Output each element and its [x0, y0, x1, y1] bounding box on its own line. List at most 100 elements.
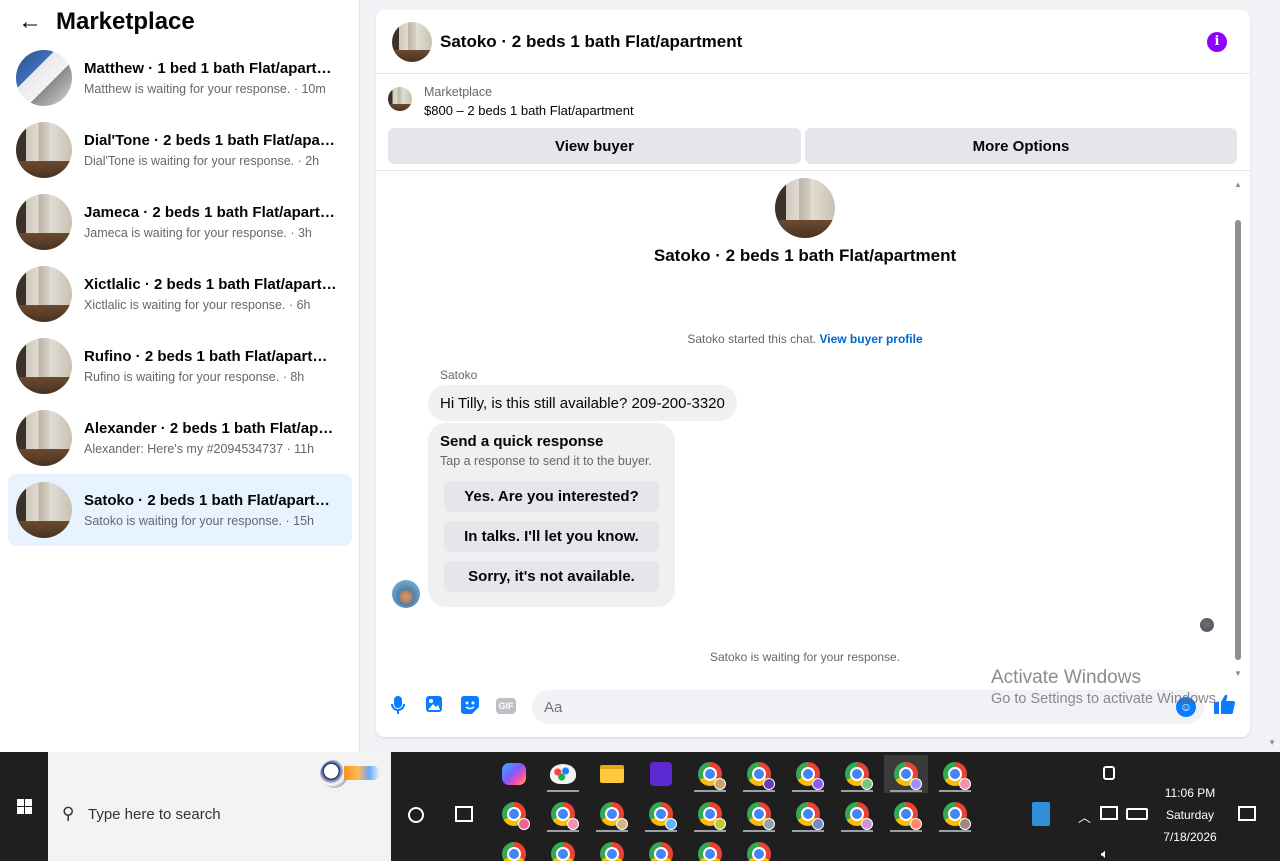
chat-title[interactable]: Satoko · 2 beds 1 bath Flat/apartment [440, 32, 742, 52]
copilot-app[interactable] [492, 755, 536, 793]
message-thread: Satoko · 2 beds 1 bath Flat/apartment Sa… [376, 172, 1234, 672]
file-explorer-app[interactable] [590, 755, 634, 793]
chrome-window[interactable] [737, 835, 781, 861]
purple-app[interactable] [639, 755, 683, 793]
show-hidden-icons-chevron-icon[interactable]: ︿ [1078, 807, 1091, 826]
chrome-window[interactable] [737, 755, 781, 793]
chrome-window[interactable] [786, 795, 830, 833]
watermark-subtitle: Go to Settings to activate Windows. [991, 691, 1220, 707]
chrome-window[interactable] [541, 795, 585, 833]
chrome-window[interactable] [884, 795, 928, 833]
conversation-item[interactable]: Alexander · 2 beds 1 bath Flat/apartment… [8, 402, 352, 474]
quick-response-button[interactable]: In talks. I'll let you know. [444, 521, 659, 552]
cortana-icon[interactable] [408, 807, 424, 823]
chrome-window[interactable] [541, 835, 585, 861]
chrome-window[interactable] [737, 795, 781, 833]
chat-header-avatar[interactable] [392, 21, 432, 62]
windows-taskbar: ⚲ Type here to search ︿ 🔈︎ 11:06 PM Satu… [0, 752, 1280, 861]
quick-response-subtitle: Tap a response to send it to the buyer. [440, 454, 652, 468]
scroll-down-arrow-icon[interactable]: ▼ [1234, 669, 1242, 678]
conversation-subtitle: Matthew is waiting for your response. · … [84, 81, 326, 96]
chrome-window[interactable] [835, 795, 879, 833]
conversation-item[interactable]: Xictlalic · 2 beds 1 bath Flat/apartment… [8, 258, 352, 330]
chrome-icon [698, 802, 726, 830]
quick-response-title: Send a quick response [440, 433, 604, 450]
chrome-window[interactable] [639, 795, 683, 833]
chrome-window[interactable] [688, 835, 732, 861]
chrome-window[interactable] [933, 795, 977, 833]
message-text: Hi Tilly, is this still available? 209-2… [440, 394, 725, 412]
conversation-item[interactable]: Matthew · 1 bed 1 bath Flat/apartment Ma… [8, 42, 352, 114]
scroll-up-arrow-icon[interactable]: ▲ [1234, 180, 1242, 189]
activate-windows-watermark: Activate Windows Go to Settings to activ… [991, 667, 1220, 707]
chrome-window[interactable] [835, 755, 879, 793]
chrome-icon [551, 842, 575, 861]
view-buyer-profile-link[interactable]: View buyer profile [819, 332, 922, 346]
chrome-icon [747, 762, 775, 790]
conversation-title: Xictlalic · 2 beds 1 bath Flat/apartment [84, 275, 340, 293]
chrome-window[interactable] [786, 755, 830, 793]
back-arrow-icon[interactable]: ← [18, 8, 56, 36]
conversation-title: Jameca · 2 beds 1 bath Flat/apartment [84, 203, 340, 221]
conversation-item[interactable]: Jameca · 2 beds 1 bath Flat/apartment Ja… [8, 186, 352, 258]
volume-icon[interactable]: 🔈︎ [1101, 846, 1109, 861]
quick-response-button[interactable]: Sorry, it's not available. [444, 561, 659, 592]
info-icon[interactable]: i [1207, 32, 1227, 52]
paint-icon [550, 764, 576, 784]
more-options-button[interactable]: More Options [805, 128, 1237, 164]
chrome-icon [502, 802, 530, 830]
gif-icon[interactable]: GIF [496, 698, 516, 714]
conversation-item-active[interactable]: Satoko · 2 beds 1 bath Flat/apartment Sa… [8, 474, 352, 546]
chrome-window[interactable] [688, 795, 732, 833]
conversation-title: Matthew · 1 bed 1 bath Flat/apartment [84, 59, 340, 77]
sidebar-title: Marketplace [56, 8, 195, 35]
chrome-icon [943, 802, 971, 830]
notifications-icon[interactable] [1238, 806, 1256, 821]
chrome-window[interactable] [492, 795, 536, 833]
start-button[interactable] [0, 752, 48, 861]
meet-now-icon[interactable] [1103, 766, 1115, 780]
chrome-window[interactable] [590, 835, 634, 861]
sticker-icon[interactable] [460, 696, 480, 716]
chrome-window[interactable] [688, 755, 732, 793]
chrome-window-active[interactable] [884, 755, 928, 793]
view-buyer-button[interactable]: View buyer [388, 128, 801, 164]
taskbar-clock[interactable]: 11:06 PM Saturday 7/18/2026 [1150, 782, 1230, 848]
conversation-title: Dial'Tone · 2 beds 1 bath Flat/apartment [84, 131, 340, 149]
chrome-window[interactable] [492, 835, 536, 861]
conversation-heading: Satoko · 2 beds 1 bath Flat/apartment [653, 246, 957, 265]
waiting-status: Satoko is waiting for your response. [709, 650, 901, 664]
conversation-subtitle: Rufino is waiting for your response. · 8… [84, 369, 305, 384]
conversation-item[interactable]: Rufino · 2 beds 1 bath Flat/apartment Ru… [8, 330, 352, 402]
keyboard-icon[interactable] [1126, 808, 1148, 820]
watermark-title: Activate Windows [991, 667, 1141, 688]
microphone-icon[interactable] [388, 696, 408, 716]
listing-description[interactable]: $800 – 2 beds 1 bath Flat/apartment [424, 103, 634, 118]
file-app[interactable] [1019, 795, 1063, 833]
clock-day: Saturday [1165, 808, 1215, 822]
app-icon [650, 762, 672, 786]
network-icon[interactable] [1100, 806, 1118, 820]
message-bubble[interactable]: Hi Tilly, is this still available? 209-2… [428, 385, 737, 421]
chrome-window[interactable] [639, 835, 683, 861]
quick-response-button[interactable]: Yes. Are you interested? [444, 481, 659, 512]
sidebar-header: ← Marketplace [0, 0, 359, 44]
conversation-subtitle: Dial'Tone is waiting for your response. … [84, 153, 320, 168]
chrome-window[interactable] [933, 755, 977, 793]
task-view-icon[interactable] [455, 806, 473, 822]
chrome-icon [747, 802, 775, 830]
chrome-icon [894, 802, 922, 830]
image-icon[interactable] [424, 696, 444, 716]
search-placeholder: Type here to search [88, 806, 221, 823]
conversation-item[interactable]: Dial'Tone · 2 beds 1 bath Flat/apartment… [8, 114, 352, 186]
chat-scrollbar[interactable]: ▲ ▼ [1234, 180, 1242, 678]
page-scroll-down-icon[interactable]: ▼ [1268, 738, 1276, 747]
listing-thumbnail [16, 194, 72, 250]
paint-app[interactable] [541, 755, 585, 793]
chat-header: Satoko · 2 beds 1 bath Flat/apartment i [376, 10, 1250, 74]
scroll-thumb[interactable] [1235, 220, 1241, 660]
conversation-title: Satoko · 2 beds 1 bath Flat/apartment [84, 491, 340, 509]
chrome-window[interactable] [590, 795, 634, 833]
taskbar-search-box[interactable]: ⚲ Type here to search [48, 752, 391, 861]
sender-avatar[interactable] [392, 580, 420, 608]
